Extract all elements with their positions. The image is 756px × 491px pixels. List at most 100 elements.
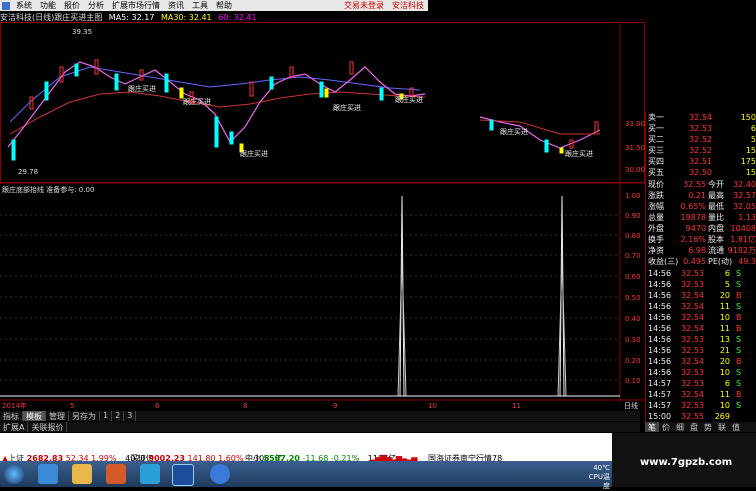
tab-detail[interactable]: 细 <box>673 422 687 432</box>
low-price-label: 29.78 <box>18 168 38 176</box>
tick-time: 14:56 <box>648 324 672 333</box>
menu-function[interactable]: 功能 <box>36 0 60 11</box>
tab-link[interactable]: 联 <box>715 422 729 432</box>
order-book-row[interactable]: 买三 32.52 15 <box>646 145 756 156</box>
stat-row[interactable]: 总量 19878 量比 1.13 <box>646 212 756 223</box>
tab-save-as[interactable]: 另存为 <box>69 411 100 421</box>
menu-system[interactable]: 系统 <box>12 0 36 11</box>
tab-book[interactable]: 盘 <box>687 422 701 432</box>
indicator-y-tick: 0.10 <box>625 377 641 385</box>
tab-1[interactable]: 1 <box>100 411 113 421</box>
order-book-row[interactable]: 买四 32.51 175 <box>646 156 756 167</box>
tab-trades[interactable]: 笔 <box>645 422 659 432</box>
tick-row[interactable]: 14:56 32.54 10 B <box>646 312 756 323</box>
tick-volume: 20 <box>719 291 730 300</box>
os-taskbar: 40℃ CPU温度 <box>0 461 612 490</box>
signal-label: 跟庄买进 <box>333 103 361 112</box>
tick-row[interactable]: 14:57 32.53 10 S <box>646 400 756 411</box>
tick-price: 32.54 <box>681 291 704 300</box>
tab-price[interactable]: 价 <box>659 422 673 432</box>
chart-area[interactable]: 39.35 29.78 跟庄买进 跟庄买进 跟庄买进 跟庄买进 跟庄买进 跟庄买… <box>0 22 645 411</box>
tab-template[interactable]: 模板 <box>23 411 46 421</box>
price-y-tick: 33.00 <box>625 120 645 128</box>
tab-manage[interactable]: 管理 <box>46 411 69 421</box>
order-level-volume: 15 <box>745 146 756 155</box>
trade-login-status[interactable]: 交易未登录 <box>340 0 388 11</box>
tick-time: 14:56 <box>648 291 672 300</box>
tick-price: 32.53 <box>681 280 704 289</box>
stat-value: 0.495 <box>683 257 706 266</box>
tab-trend[interactable]: 势 <box>701 422 715 432</box>
start-button-icon[interactable] <box>4 464 24 484</box>
tick-price: 32.53 <box>681 346 704 355</box>
tick-row[interactable]: 14:56 32.54 11 S <box>646 301 756 312</box>
tick-side: S <box>736 335 742 344</box>
tick-row[interactable]: 14:56 32.53 13 S <box>646 334 756 345</box>
order-book-row[interactable]: 买五 32.50 15 <box>646 167 756 178</box>
menu-extended-market[interactable]: 扩展市场行情 <box>108 0 164 11</box>
tick-row[interactable]: 15:00 32.55 269 <box>646 411 756 422</box>
x-axis-label: 6 <box>155 402 160 410</box>
tick-price: 32.53 <box>681 269 704 278</box>
tick-row[interactable]: 14:56 32.53 10 S <box>646 367 756 378</box>
stat-row[interactable]: 收益(三) 0.495 PE(动) 49.3 <box>646 256 756 267</box>
tick-time: 14:56 <box>648 335 672 344</box>
stat-row[interactable]: 涨跌 0.21 最高 32.57 <box>646 190 756 201</box>
order-level-label: 买三 <box>648 146 664 155</box>
order-book-row[interactable]: 卖一 32.54 150 <box>646 112 756 123</box>
order-book-row[interactable]: 买二 32.52 5 <box>646 134 756 145</box>
menu-quote[interactable]: 报价 <box>60 0 84 11</box>
stat-label: 涨幅 <box>648 202 664 211</box>
stat-value: 2.16% <box>680 235 706 244</box>
tick-side: B <box>736 291 742 300</box>
stock-name-link[interactable]: 安洁科技 <box>388 0 428 11</box>
menu-tools[interactable]: 工具 <box>188 0 212 11</box>
tick-row[interactable]: 14:57 32.54 11 B <box>646 389 756 400</box>
tick-row[interactable]: 14:56 32.54 20 B <box>646 356 756 367</box>
menu-analysis[interactable]: 分析 <box>84 0 108 11</box>
stat-row[interactable]: 外盘 9470 内盘 10408 <box>646 223 756 234</box>
tick-row[interactable]: 14:56 32.53 21 S <box>646 345 756 356</box>
tick-row[interactable]: 14:57 32.53 6 S <box>646 378 756 389</box>
tab-2[interactable]: 2 <box>112 411 125 421</box>
order-level-volume: 15 <box>745 168 756 177</box>
tick-time: 15:00 <box>648 412 672 421</box>
tab-indicator[interactable]: 指标 <box>0 411 23 421</box>
tab-3[interactable]: 3 <box>124 411 137 421</box>
cloud-app-icon[interactable] <box>140 464 160 484</box>
menu-news[interactable]: 资讯 <box>164 0 188 11</box>
folder-icon[interactable] <box>72 464 92 484</box>
trading-app-icon[interactable] <box>172 464 194 486</box>
ma30-readout: MA30: 32.41 <box>160 13 212 22</box>
stat-row[interactable]: 现价 32.55 今开 32.40 <box>646 179 756 190</box>
tick-row[interactable]: 14:56 32.53 5 S <box>646 279 756 290</box>
order-level-label: 卖一 <box>648 113 664 122</box>
order-level-label: 买一 <box>648 124 664 133</box>
stat-value: 1.13 <box>738 213 756 222</box>
stat-value: 6.98 <box>688 246 706 255</box>
tick-row[interactable]: 14:56 32.53 6 S <box>646 268 756 279</box>
stat-label: 流通 <box>708 246 724 255</box>
tick-row[interactable]: 14:56 32.54 11 B <box>646 323 756 334</box>
indicator-y-tick: 0.70 <box>625 252 641 260</box>
stat-row[interactable]: 换手 2.16% 股本 1.81亿 <box>646 234 756 245</box>
menu-help[interactable]: 帮助 <box>212 0 236 11</box>
stat-row[interactable]: 净资 6.98 流通 9182万 <box>646 245 756 256</box>
tab-related-quotes[interactable]: 关联报价 <box>28 422 68 432</box>
tab-extend-a[interactable]: 扩展A <box>0 422 29 432</box>
tick-volume: 11 <box>719 324 730 333</box>
stat-label: 现价 <box>648 180 664 189</box>
media-player-icon[interactable] <box>106 464 126 484</box>
indicator-y-tick: 0.30 <box>625 336 641 344</box>
stat-label: 总量 <box>648 213 664 222</box>
stat-row[interactable]: 涨幅 0.65% 最低 32.05 <box>646 201 756 212</box>
tab-value[interactable]: 值 <box>729 422 743 432</box>
tick-row[interactable]: 14:56 32.54 20 B <box>646 290 756 301</box>
stat-value: 1.81亿 <box>730 235 756 244</box>
indicator-title: 跟庄底部抬线 准备参与: 0.00 <box>2 185 94 194</box>
order-book-row[interactable]: 买一 32.53 6 <box>646 123 756 134</box>
ie-icon[interactable] <box>210 464 230 484</box>
stat-value: 9470 <box>685 224 706 233</box>
stat-value: 32.57 <box>733 191 756 200</box>
browser-icon[interactable] <box>38 464 58 484</box>
